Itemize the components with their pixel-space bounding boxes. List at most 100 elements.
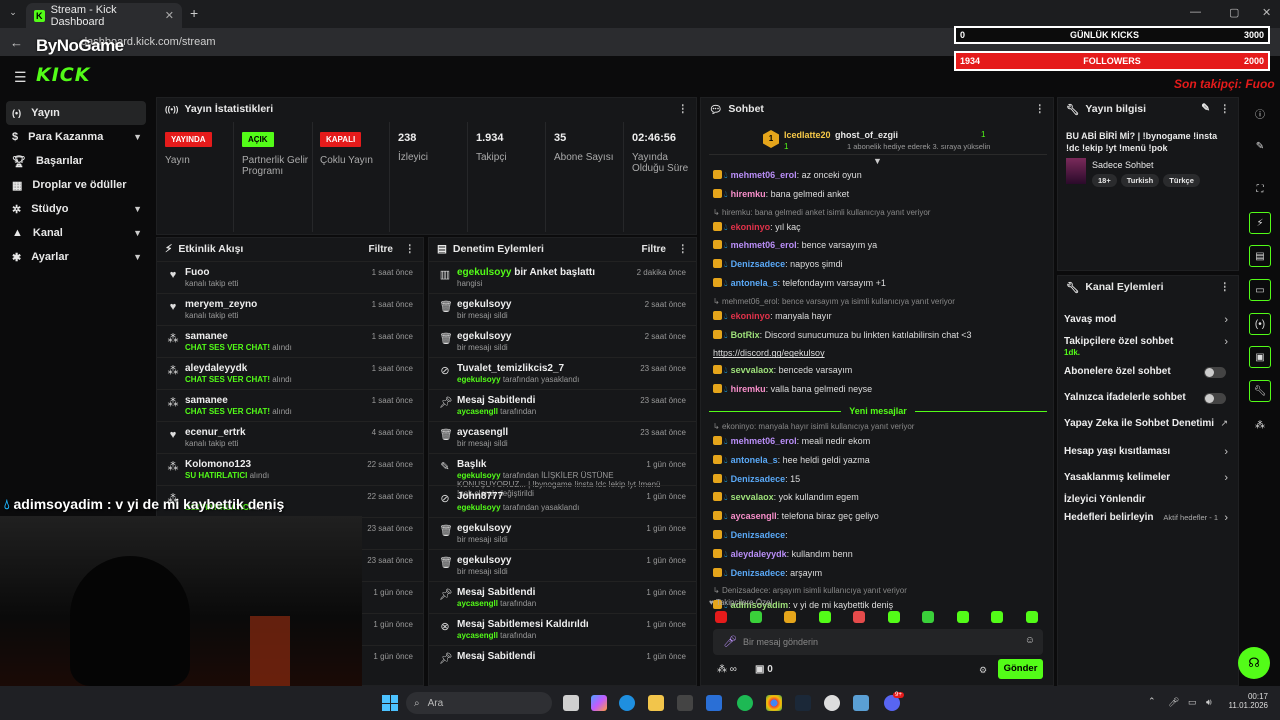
chat-username[interactable]: hiremku (731, 384, 766, 394)
app-icon[interactable] (853, 695, 869, 711)
file-explorer-icon[interactable] (648, 695, 664, 711)
chat-message[interactable]: 💧︎ Denizsadece: napyos şimdi (713, 259, 843, 270)
activity-user[interactable]: samanee (185, 395, 228, 406)
maximize-icon[interactable]: ▢ (1229, 6, 1239, 19)
list-icon[interactable]: ▤ (1249, 245, 1271, 267)
taskbar-search[interactable]: ⌕ Ara (406, 692, 552, 714)
chat-link[interactable]: https://discord.gg/egekulsoy (713, 348, 825, 358)
back-icon[interactable]: ← (10, 35, 23, 50)
chat-message[interactable]: 💧︎ Denizsadece: (713, 530, 788, 541)
moderation-actor[interactable]: egekulsoyy (457, 555, 511, 566)
list-item[interactable]: ⊘ Tuvalet_temizlikcis2_7 egekulsoyy tarafı… (429, 357, 696, 389)
tag[interactable]: 18+ (1092, 174, 1117, 187)
list-item[interactable]: ⁂ samanee CHAT SES VER CHAT! alındı 1 saat … (157, 325, 423, 357)
list-item[interactable]: ⊗ Mesaj Sabitlemesi Kaldırıldı aycasengll … (429, 613, 696, 645)
moderation-actor[interactable]: egekulsoyy (457, 331, 511, 342)
list-item[interactable]: ⁂ Kolomono123 SU HATIRLATICI alındı 22 saat… (157, 453, 423, 485)
sidebar-item-settings[interactable]: ✱ Ayarlar ▼ (0, 245, 152, 269)
chat-message[interactable]: 💧︎ ekoninyo: yıl kaç (713, 221, 801, 233)
moderator-name[interactable]: egekulsoyy (457, 471, 501, 480)
sub-indicator[interactable]: ▣ 0 (755, 664, 773, 675)
broadcast-icon[interactable]: (•) (1249, 313, 1271, 335)
chat-message[interactable]: 💧︎ Denizsadece: arşayım (713, 567, 822, 579)
reply-context[interactable]: ↳ ekoninyo: manyala hayır isimli kullanı… (713, 422, 914, 431)
sidebar-item-channel[interactable]: ▲ Kanal ▼ (0, 221, 152, 245)
browser-tab[interactable]: K Stream - Kick Dashboard ✕ (26, 3, 182, 28)
moderator-name[interactable]: egekulsoyy (457, 375, 501, 384)
volume-icon[interactable]: 🔊︎ (1206, 697, 1212, 708)
moderation-actor[interactable]: aycasengll (457, 427, 508, 438)
emote-icon[interactable] (922, 611, 934, 623)
channel-action-item[interactable]: Abonelere özel sohbet (1058, 364, 1240, 386)
activity-user[interactable]: Fuoo (185, 267, 209, 278)
more-options-icon[interactable]: ⋮ (1035, 103, 1046, 115)
moderation-actor[interactable]: Başlık (457, 459, 486, 470)
menu-icon[interactable]: ☰ (14, 69, 27, 86)
moderation-actor[interactable]: egekulsoyy (457, 523, 511, 534)
tag[interactable]: Türkçe (1163, 174, 1200, 187)
more-options-icon[interactable]: ⋮ (405, 243, 416, 255)
chat-message[interactable]: 💧︎ mehmet06_erol: az onceki oyun (713, 170, 862, 181)
emoji-icon[interactable]: ☺ (1025, 635, 1035, 646)
emote-icon[interactable] (991, 611, 1003, 623)
activity-user[interactable]: meryem_zeyno (185, 299, 257, 310)
moderator-name[interactable]: aycasengll (457, 407, 498, 416)
store-icon[interactable]: ▣ (1249, 346, 1271, 368)
chat-username[interactable]: antonela_s (731, 455, 778, 465)
list-item[interactable]: 📌︎ Mesaj Sabitlendi 1 gün önce (429, 645, 696, 677)
list-item[interactable]: ♥ ecenur_ertrk kanalı takip etti 4 saat ön… (157, 421, 423, 453)
chat-icon[interactable]: ▭ (1249, 279, 1271, 301)
chat-settings-icon[interactable]: ⚙ (979, 665, 987, 676)
moderation-actor[interactable]: Mesaj Sabitlendi (457, 587, 535, 598)
minimize-icon[interactable]: — (1190, 6, 1201, 18)
collapse-icon[interactable]: ▼ (873, 156, 882, 166)
list-item[interactable]: 🗑︎ egekulsoyy bir mesajı sildi 2 saat önce (429, 325, 696, 357)
filter-button[interactable]: Filtre (642, 244, 666, 255)
close-tab-icon[interactable]: ✕ (165, 9, 174, 22)
chat-username[interactable]: Denizsadece (731, 530, 786, 540)
chat-username[interactable]: BotRix (731, 330, 760, 340)
microphone-icon[interactable]: 🎤︎ (723, 635, 737, 648)
chat-username[interactable]: ekoninyo (731, 311, 771, 321)
copilot-icon[interactable] (591, 695, 607, 711)
channel-action-item[interactable]: Hesap yaşı kısıtlaması › (1058, 444, 1240, 466)
more-options-icon[interactable]: ⋮ (678, 103, 689, 115)
sidebar-item-monetization[interactable]: $ Para Kazanma ▼ (0, 125, 152, 149)
chat-message[interactable]: 💧︎ hiremku: bana gelmedi anket (713, 188, 849, 200)
channel-action-item[interactable]: Yalnızca ifadelerle sohbet (1058, 390, 1240, 412)
chat-message[interactable]: 💧︎ ekoninyo: manyala hayır (713, 310, 832, 322)
emote-icon[interactable] (1025, 611, 1038, 623)
chat-username[interactable]: ekoninyo (731, 222, 771, 232)
chat-username[interactable]: Denizsadece (731, 568, 786, 578)
top-gifter-name[interactable]: Icedlatte20 (784, 130, 831, 140)
sidebar-item-drops[interactable]: ▦ Droplar ve ödüller (0, 173, 152, 197)
wrench-icon[interactable]: 🔧︎ (1249, 380, 1271, 402)
category-name[interactable]: Sadece Sohbet (1092, 160, 1154, 170)
list-item[interactable]: ⁂ aleydaleyydk CHAT SES VER CHAT! alındı 1 … (157, 357, 423, 389)
new-tab-button[interactable]: + (190, 5, 198, 21)
fullscreen-icon[interactable]: ⛶ (1249, 178, 1271, 200)
mic-tray-icon[interactable]: 🎤︎ (1168, 697, 1179, 708)
emote-icon[interactable] (853, 611, 865, 623)
chat-username[interactable]: antonela_s (731, 278, 778, 288)
kick-logo[interactable]: KICK (36, 64, 90, 86)
edit-icon[interactable]: ✎ (1201, 102, 1210, 114)
points-icon[interactable]: ⁂ (1249, 414, 1271, 436)
reply-context[interactable]: ↳ mehmet06_erol: bence varsayım ya isiml… (713, 297, 955, 306)
moderation-actor[interactable]: Tuvalet_temizlikcis2_7 (457, 363, 564, 374)
obs-icon[interactable] (824, 695, 840, 711)
moderation-actor[interactable]: John8777 (457, 491, 503, 502)
moderation-actor[interactable]: egekulsoyy (457, 267, 511, 278)
chat-message[interactable]: 💧︎ sevvalaox: yok kullandım egem (713, 492, 859, 503)
points-indicator[interactable]: ⁂ ∞ (717, 664, 737, 675)
activity-user[interactable]: ecenur_ertrk (185, 427, 246, 438)
list-item[interactable]: ⁂ samanee CHAT SES VER CHAT! alındı 1 saat … (157, 389, 423, 421)
clock[interactable]: 00:17 11.01.2026 (1228, 692, 1268, 710)
filter-button[interactable]: Filtre (369, 244, 393, 255)
channel-action-item[interactable]: Yavaş mod › (1058, 312, 1240, 334)
more-options-icon[interactable]: ⋮ (1220, 281, 1231, 293)
info-icon[interactable]: ⓘ (1249, 102, 1271, 124)
activity-user[interactable]: aleydaleyydk (185, 363, 247, 374)
chat-message[interactable]: 💧︎ sevvalaox: bencede varsayım (713, 365, 852, 376)
emote-icon[interactable] (956, 611, 969, 623)
